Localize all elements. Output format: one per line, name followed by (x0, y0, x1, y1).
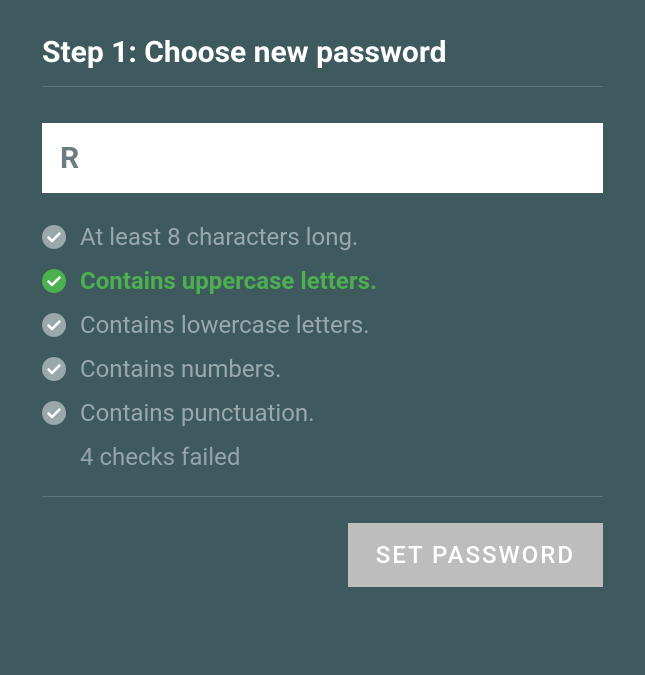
requirement-text: At least 8 characters long. (80, 223, 358, 251)
check-circle-icon (42, 225, 66, 249)
check-circle-icon (42, 313, 66, 337)
requirement-item: Contains numbers. (42, 355, 603, 383)
check-circle-icon (42, 269, 66, 293)
page-title: Step 1: Choose new password (42, 35, 603, 70)
checks-failed-summary: 4 checks failed (80, 443, 603, 471)
actions-row: SET PASSWORD (42, 523, 603, 587)
requirement-text: Contains lowercase letters. (80, 311, 370, 339)
check-circle-icon (42, 401, 66, 425)
requirement-text: Contains punctuation. (80, 399, 315, 427)
requirement-item: At least 8 characters long. (42, 223, 603, 251)
password-input[interactable] (42, 123, 603, 193)
check-circle-icon (42, 357, 66, 381)
bottom-divider (42, 496, 603, 497)
title-divider (42, 86, 603, 87)
requirement-item: Contains lowercase letters. (42, 311, 603, 339)
requirement-text: Contains uppercase letters. (80, 267, 377, 295)
requirement-item: Contains uppercase letters. (42, 267, 603, 295)
requirement-item: Contains punctuation. (42, 399, 603, 427)
set-password-button[interactable]: SET PASSWORD (348, 523, 603, 587)
requirement-text: Contains numbers. (80, 355, 281, 383)
requirements-list: At least 8 characters long. Contains upp… (42, 223, 603, 427)
